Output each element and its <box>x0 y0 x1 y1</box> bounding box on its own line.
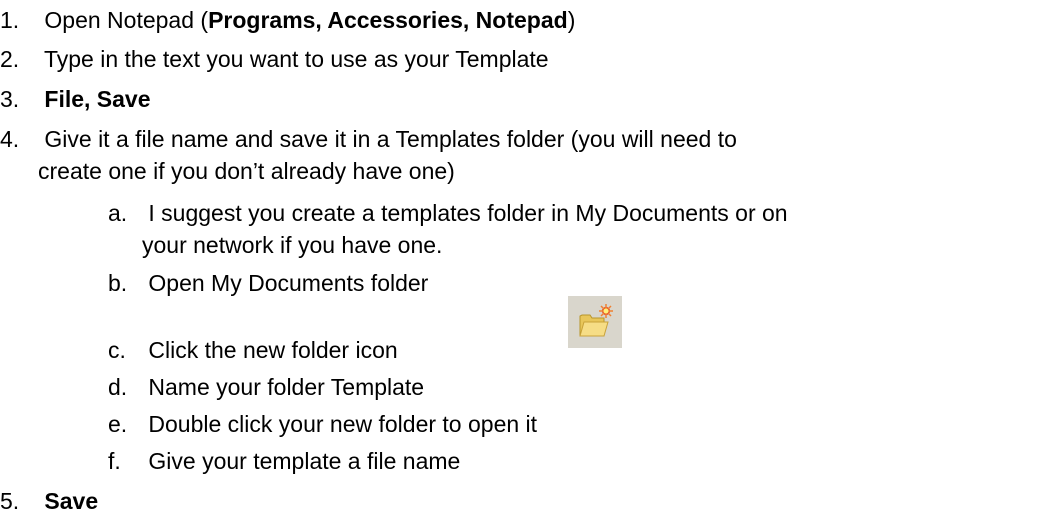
step-number: 2. <box>0 46 20 72</box>
substep-text: Give your template a file name <box>148 448 461 474</box>
step-text: Save <box>44 488 99 514</box>
step-text: File, Save <box>44 86 151 112</box>
step-text: Give it a file name and save it in a Tem… <box>44 126 737 152</box>
substep-e: e. Double click your new folder to open … <box>108 409 537 439</box>
new-folder-icon <box>568 296 622 348</box>
substep-a-continuation: your network if you have one. <box>142 232 443 258</box>
substep-text: Click the new folder icon <box>148 337 398 363</box>
substep-letter: c. <box>108 337 126 363</box>
substep-letter: f. <box>108 448 121 474</box>
step-text: Open Notepad (Programs, Accessories, Not… <box>44 7 576 33</box>
substep-f: f. Give your template a file name <box>108 446 460 476</box>
substep-letter: d. <box>108 374 128 400</box>
substep-text: Open My Documents folder <box>148 270 429 296</box>
step-5: 5. Save <box>0 486 98 516</box>
step-2: 2. Type in the text you want to use as y… <box>0 44 549 74</box>
step-number: 1. <box>0 7 20 33</box>
step-number: 4. <box>0 126 20 152</box>
step-1: 1. Open Notepad (Programs, Accessories, … <box>0 5 575 35</box>
substep-c: c. Click the new folder icon <box>108 335 398 365</box>
step-number: 3. <box>0 86 20 112</box>
step-4: 4. Give it a file name and save it in a … <box>0 124 737 154</box>
substep-a: a. I suggest you create a templates fold… <box>108 198 788 228</box>
substep-text: Name your folder Template <box>148 374 425 400</box>
substep-letter: b. <box>108 270 128 296</box>
substep-b: b. Open My Documents folder <box>108 268 428 298</box>
step-text: Type in the text you want to use as your… <box>43 46 549 72</box>
substep-d: d. Name your folder Template <box>108 372 424 402</box>
step-4-continuation: create one if you don’t already have one… <box>38 158 455 184</box>
substep-letter: a. <box>108 200 128 226</box>
substep-text: Double click your new folder to open it <box>148 411 538 437</box>
substep-letter: e. <box>108 411 128 437</box>
step-3: 3. File, Save <box>0 84 151 114</box>
substep-text: I suggest you create a templates folder … <box>148 200 788 226</box>
step-number: 5. <box>0 488 20 514</box>
